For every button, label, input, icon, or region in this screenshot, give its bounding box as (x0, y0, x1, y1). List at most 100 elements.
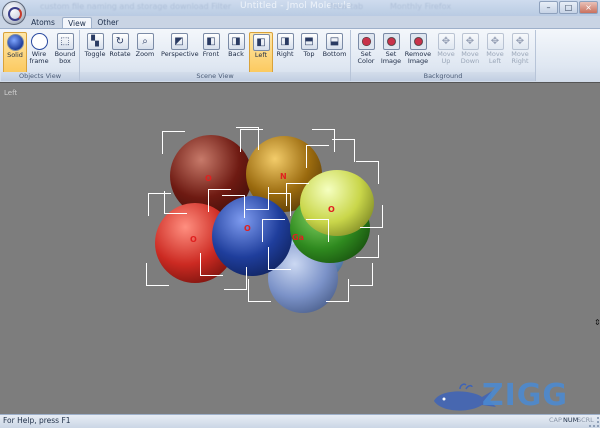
bottom-button[interactable]: ⬓ Bottom (321, 32, 348, 72)
background-group: Set Color Set Image Remove Image ✥ Move … (351, 30, 536, 81)
rotate-glyph: ↻ (115, 36, 125, 47)
atom-label: O (328, 205, 335, 214)
scene-view-group: ▚ Toggle ↻ Rotate ⌕ Zoom ◩ Perspective ◧… (80, 30, 351, 81)
molecule-viewport[interactable]: Left O N O O Ga O ZIGG ⇕ (0, 82, 600, 415)
back-view-icon: ◨ (227, 33, 245, 50)
toggle-glyph: ▚ (91, 36, 99, 47)
set-image-button[interactable]: Set Image (379, 32, 403, 72)
top-label: Top (303, 50, 315, 58)
left-label: Left (254, 51, 268, 59)
selection-bracket (224, 267, 247, 290)
atom-label: N (280, 172, 287, 181)
solid-button[interactable]: Solid (3, 32, 27, 74)
left-button[interactable]: ◧ Left (249, 32, 273, 74)
left-view-icon: ◧ (252, 34, 270, 51)
move-left-icon: ✥ (486, 33, 504, 50)
toggle-button[interactable]: ▚ Toggle (83, 32, 107, 72)
wire-frame-label: Wire frame (29, 50, 49, 65)
move-up-button[interactable]: ✥ Move Up (435, 32, 457, 72)
front-label: Front (202, 50, 220, 58)
application-menu-button[interactable] (2, 1, 26, 25)
selection-bracket (146, 263, 169, 286)
bound-box-button[interactable]: ⬚ Bound box (53, 32, 77, 72)
resize-handle-icon[interactable]: ⇕ (594, 318, 600, 328)
selection-bracket (286, 183, 309, 206)
right-label: Right (276, 50, 294, 58)
scene-view-label: Scene View (80, 72, 350, 81)
bound-box-glyph: ⬚ (60, 36, 70, 47)
selection-bracket (350, 263, 373, 286)
rotate-icon: ↻ (111, 33, 129, 50)
move-right-icon: ✥ (511, 33, 529, 50)
bottom-glyph: ⬓ (329, 36, 340, 47)
front-button[interactable]: ◧ Front (199, 32, 223, 72)
rotate-button[interactable]: ↻ Rotate (108, 32, 132, 72)
bounding-box-icon: ⬚ (56, 33, 74, 50)
zoom-icon: ⌕ (136, 33, 154, 50)
zoom-glyph: ⌕ (142, 36, 148, 47)
blurred-tab-3: New tab (330, 2, 364, 11)
move-down-button[interactable]: ✥ Move Down (458, 32, 482, 72)
perspective-glyph: ◩ (174, 36, 184, 47)
move-up-label: Move Up (437, 50, 455, 65)
blurred-tab-1: custom file naming and storage (40, 2, 168, 11)
current-view-label: Left (4, 89, 18, 97)
set-image-icon (382, 33, 400, 50)
close-button[interactable]: × (579, 1, 598, 14)
remove-image-icon (409, 33, 427, 50)
perspective-icon: ◩ (170, 33, 188, 50)
move-left-button[interactable]: ✥ Move Left (483, 32, 507, 72)
move-down-label: Move Down (460, 50, 480, 65)
front-view-icon: ◧ (202, 33, 220, 50)
left-glyph: ◧ (256, 37, 266, 48)
window-controls: – □ × (539, 1, 598, 14)
objects-view-label: Objects View (1, 72, 79, 81)
maximize-button[interactable]: □ (559, 1, 578, 14)
app-logo-icon (8, 7, 22, 21)
watermark-logo: ZIGG (481, 378, 568, 413)
set-image-label: Set Image (380, 50, 402, 65)
back-button[interactable]: ◨ Back (224, 32, 248, 72)
tab-other[interactable]: Other (94, 17, 122, 28)
selection-bracket (306, 145, 329, 168)
front-glyph: ◧ (206, 36, 216, 47)
selection-bracket (208, 189, 231, 212)
blurred-tab-4: Monthly Firefox (390, 2, 452, 11)
selection-bracket (248, 279, 271, 302)
move-right-button[interactable]: ✥ Move Right (508, 32, 532, 72)
right-button[interactable]: ◨ Right (273, 32, 297, 72)
zoom-button[interactable]: ⌕ Zoom (133, 32, 157, 72)
ribbon: Solid Wire frame ⬚ Bound box Objects Vie… (0, 28, 600, 83)
back-glyph: ◨ (231, 36, 241, 47)
set-color-button[interactable]: Set Color (354, 32, 378, 72)
selection-bracket (200, 253, 223, 276)
selection-bracket (306, 219, 329, 242)
perspective-label: Perspective (161, 50, 199, 58)
blurred-tab-2: download Filter (170, 2, 232, 11)
move-up-icon: ✥ (437, 33, 455, 50)
move-right-label: Move Right (511, 50, 529, 65)
selection-bracket (262, 219, 285, 242)
num-indicator: NUM (563, 416, 579, 424)
background-label: Background (351, 72, 535, 81)
help-text: For Help, press F1 (3, 416, 71, 425)
remove-image-button[interactable]: Remove Image (404, 32, 432, 72)
top-button[interactable]: ⬒ Top (298, 32, 320, 72)
ribbon-tabs: Atoms View Other (0, 16, 600, 29)
selection-bracket (356, 161, 379, 184)
tab-atoms[interactable]: Atoms (28, 17, 58, 28)
move-up-glyph: ✥ (441, 36, 451, 47)
wire-frame-button[interactable]: Wire frame (27, 32, 51, 72)
perspective-button[interactable]: ◩ Perspective (161, 32, 199, 72)
minimize-button[interactable]: – (539, 1, 558, 14)
move-down-icon: ✥ (461, 33, 479, 50)
selection-bracket (326, 279, 349, 302)
move-right-glyph: ✥ (515, 36, 525, 47)
size-grip-icon[interactable] (589, 417, 599, 427)
zoom-label: Zoom (135, 50, 155, 58)
selection-bracket (356, 235, 379, 258)
solid-label: Solid (7, 51, 23, 59)
toggle-label: Toggle (84, 50, 106, 58)
objects-view-group: Solid Wire frame ⬚ Bound box Objects Vie… (1, 30, 80, 81)
selection-bracket (162, 131, 185, 154)
